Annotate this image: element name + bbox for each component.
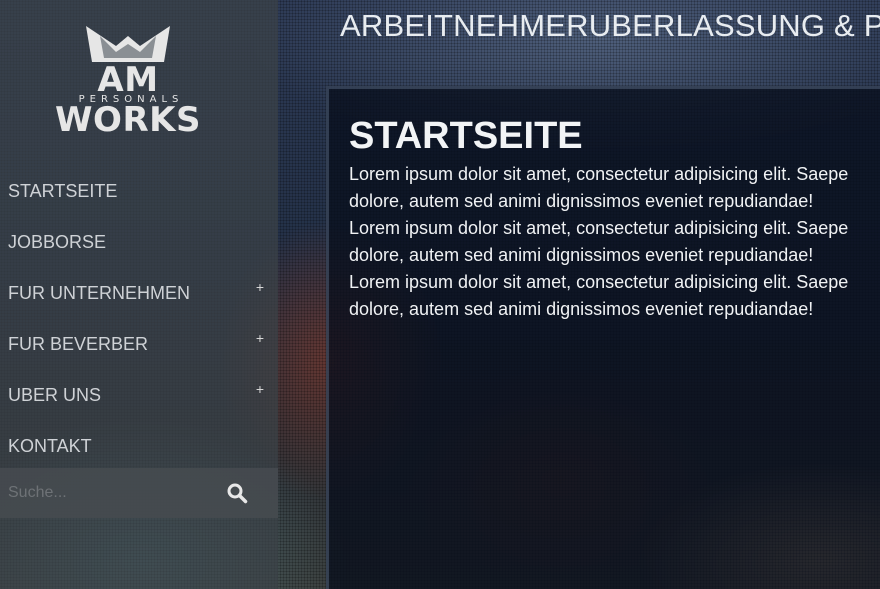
logo-crown-icon — [86, 26, 170, 62]
content-line: Lorem ipsum dolor sit amet, consectetur … — [349, 218, 849, 238]
nav-item-label: FUR UNTERNEHMEN — [8, 283, 190, 303]
content-panel: STARTSEITE Lorem ipsum dolor sit amet, c… — [326, 86, 880, 589]
nav-item-fur-beverber[interactable]: FUR BEVERBER + — [0, 319, 278, 370]
nav-item-label: JOBBORSE — [8, 232, 107, 252]
nav-item-label: KONTAKT — [8, 436, 92, 456]
sidebar: AM WORKS PERSONALS STARTSEITE JOBBORSE F… — [0, 0, 278, 589]
nav-item-label: FUR BEVERBER — [8, 334, 149, 354]
search-icon[interactable] — [226, 482, 248, 504]
content-line: Lorem ipsum dolor sit amet, consectetur … — [349, 272, 849, 292]
logo[interactable]: AM WORKS PERSONALS — [28, 24, 228, 140]
content-line: dolore, autem sed animi dignissimos even… — [349, 299, 814, 319]
page-header-title: ARBEITNEHMERUBERLASSUNG & PERSONALVERMIT… — [340, 8, 880, 43]
content-line: dolore, autem sed animi dignissimos even… — [349, 191, 814, 211]
expand-plus-icon[interactable]: + — [256, 364, 264, 415]
expand-plus-icon[interactable]: + — [256, 313, 264, 364]
page-title: STARTSEITE — [349, 115, 583, 157]
nav-item-kontakt[interactable]: KONTAKT — [0, 421, 278, 472]
nav-item-startseite[interactable]: STARTSEITE — [0, 166, 278, 217]
logo-tagline: PERSONALS — [78, 94, 184, 105]
search-bar — [0, 468, 278, 518]
nav-item-fur-unternehmen[interactable]: FUR UNTERNEHMEN + — [0, 268, 278, 319]
expand-plus-icon[interactable]: + — [256, 262, 264, 313]
content-line: dolore, autem sed animi dignissimos even… — [349, 245, 814, 265]
search-input[interactable] — [8, 480, 208, 506]
nav-item-label: STARTSEITE — [8, 181, 118, 201]
nav-item-label: UBER UNS — [8, 385, 102, 405]
main-nav: STARTSEITE JOBBORSE FUR UNTERNEHMEN + FU… — [0, 166, 278, 472]
nav-item-jobborse[interactable]: JOBBORSE — [0, 217, 278, 268]
nav-item-uber-uns[interactable]: UBER UNS + — [0, 370, 278, 421]
content-body: Lorem ipsum dolor sit amet, consectetur … — [349, 161, 880, 323]
content-line: Lorem ipsum dolor sit amet, consectetur … — [349, 164, 849, 184]
